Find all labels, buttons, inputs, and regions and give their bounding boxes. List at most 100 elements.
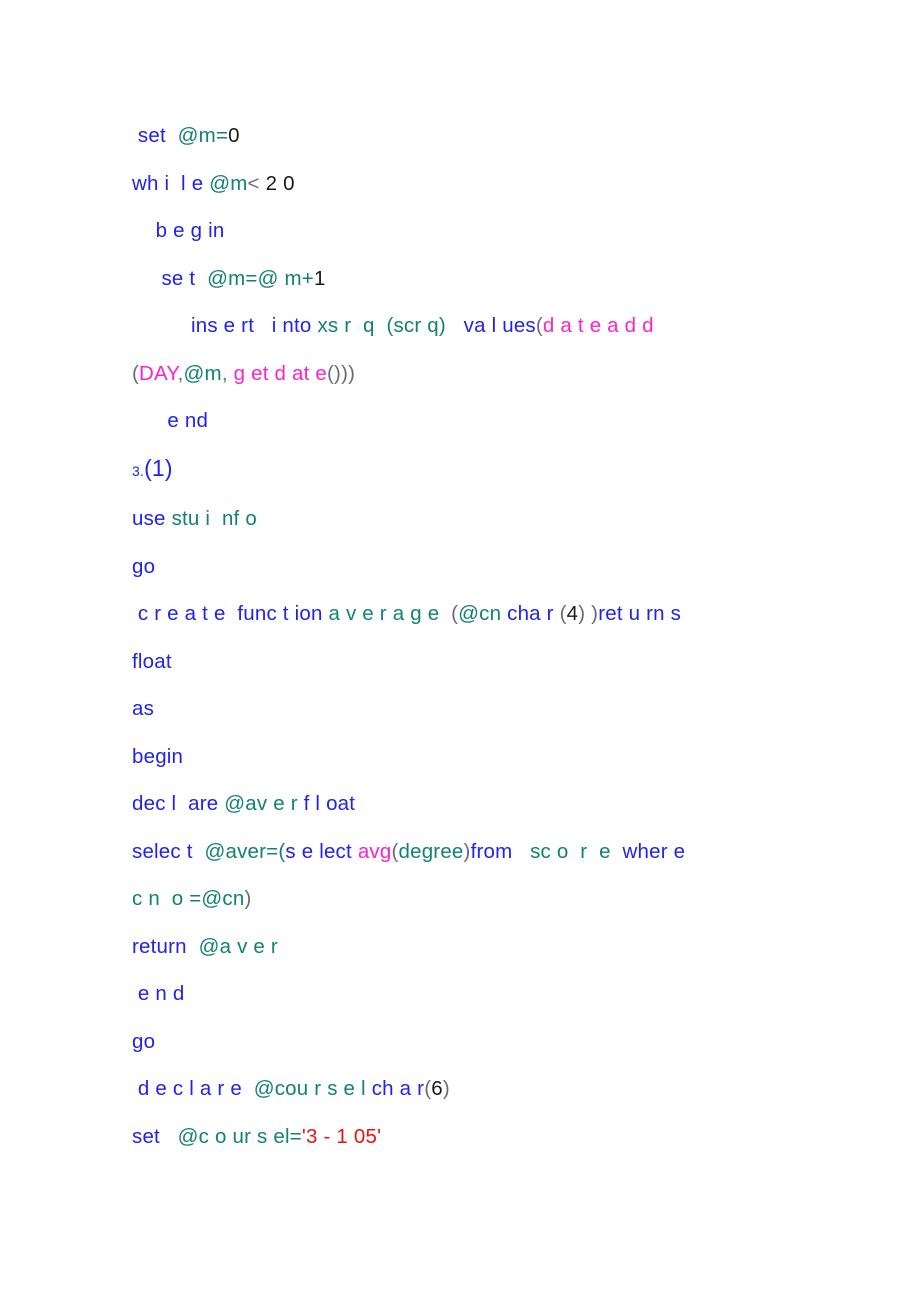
code-token: ( <box>132 361 140 385</box>
code-token: d e c l a r e <box>137 1077 242 1100</box>
code-token: = <box>183 887 202 910</box>
code-token: (1) <box>144 454 173 481</box>
document-page: set @m=0 wh i l e @m< 2 0 b e g in se t @… <box>0 0 920 1302</box>
code-token: < <box>247 171 260 195</box>
code-token: i nto <box>271 314 312 337</box>
code-token: e n d <box>137 982 185 1005</box>
code-token: 2 0 <box>259 171 295 195</box>
line-end-1: e nd <box>132 397 832 445</box>
code-token: ())) <box>327 361 356 385</box>
code-token: use <box>132 507 166 530</box>
code-token: ( <box>391 839 399 863</box>
code-token: set <box>137 124 166 147</box>
code-token: @cn <box>201 887 245 910</box>
code-token: ( <box>535 314 543 337</box>
code-token: '3 - 1 05' <box>301 1124 382 1148</box>
code-token: , <box>221 361 234 385</box>
code-token: @a v e r <box>198 934 278 958</box>
line-float: float <box>132 638 832 686</box>
code-token: ( <box>559 602 567 625</box>
code-token: va l ues <box>463 314 536 337</box>
sql-code-listing: set @m=0 wh i l e @m< 2 0 b e g in se t @… <box>132 112 832 1160</box>
line-as: as <box>132 685 832 733</box>
code-token: 0 <box>228 124 240 147</box>
code-token: f l oat <box>303 792 356 815</box>
line-dateadd-args: (DAY,@m, g et d at e())) <box>132 350 832 398</box>
code-token: @aver <box>204 839 267 863</box>
code-token: = <box>266 839 279 863</box>
code-token: s e lect <box>285 839 352 863</box>
code-token: (scr q) <box>386 314 446 337</box>
line-end-2: e n d <box>132 970 832 1018</box>
line-select-aver: selec t @aver=(s e lect avg(degree)from … <box>132 828 832 876</box>
code-token: c n o <box>132 887 184 910</box>
line-go-2: go <box>132 1018 832 1066</box>
code-token: = <box>215 124 229 147</box>
code-token: @m <box>207 266 246 290</box>
line-begin-1: b e g in <box>132 207 832 255</box>
line-create-function: c r e a t e func t ion a v e r a g e ( @c… <box>132 590 832 638</box>
line-cno-eq: c n o =@cn) <box>132 875 832 923</box>
code-token: wher e <box>622 839 686 863</box>
code-token: ret u rn s <box>598 602 682 625</box>
code-token: @av e r <box>224 792 298 815</box>
code-token: as <box>132 697 155 720</box>
line-declare-aver: dec l are @av e r f l oat <box>132 780 832 828</box>
code-token: = <box>245 266 258 290</box>
line-heading-3-1: 3.(1) <box>132 445 832 496</box>
code-token: @cn <box>458 602 502 625</box>
code-token: selec t <box>132 839 193 863</box>
code-token: @ m <box>257 266 302 290</box>
code-token: @c o ur s el <box>177 1124 290 1148</box>
code-token: go <box>132 1029 156 1053</box>
code-token: c r e a t e <box>137 602 226 625</box>
line-go-1: go <box>132 543 832 591</box>
code-token: a v e r a g e <box>328 602 440 625</box>
code-token: sc o r e <box>530 839 611 863</box>
code-token: d a t e a d d <box>542 314 654 337</box>
code-token: stu i nf o <box>171 507 257 530</box>
code-token: ins e rt <box>190 314 255 337</box>
code-token: 4 <box>566 602 579 625</box>
code-token: @m <box>183 361 222 385</box>
code-token: 3. <box>132 462 145 479</box>
line-set-m-inc: se t @m=@ m+1 <box>132 255 832 303</box>
code-token: func t ion <box>237 602 323 625</box>
code-token: = <box>289 1124 302 1148</box>
code-token: 1 <box>313 266 326 290</box>
code-token: @m <box>177 124 216 147</box>
code-token: avg <box>357 839 392 863</box>
line-while: wh i l e @m< 2 0 <box>132 160 832 208</box>
code-token: from <box>470 839 513 863</box>
code-token: @m <box>209 171 248 195</box>
code-token: g et d at e <box>233 361 328 385</box>
line-declare-coursel: d e c l a r e @cou r s e l ch a r(6) <box>132 1065 832 1113</box>
code-token: ) <box>585 602 599 625</box>
code-token: xs r q <box>317 314 375 337</box>
code-token: ch a r <box>371 1077 425 1100</box>
code-token: cha r <box>507 602 554 625</box>
code-token: ) <box>244 887 252 910</box>
code-token: return <box>132 934 187 958</box>
code-token: ) <box>442 1077 450 1100</box>
code-token: @cou r s e l <box>253 1077 366 1100</box>
code-token: ) <box>463 839 471 863</box>
line-insert: ins e rt i nto xs r q (scr q) va l ues(d… <box>132 302 832 350</box>
code-token: e nd <box>167 409 209 432</box>
line-set-coursel: set @c o ur s el='3 - 1 05' <box>132 1113 832 1161</box>
line-return-aver: return @a v e r <box>132 923 832 971</box>
